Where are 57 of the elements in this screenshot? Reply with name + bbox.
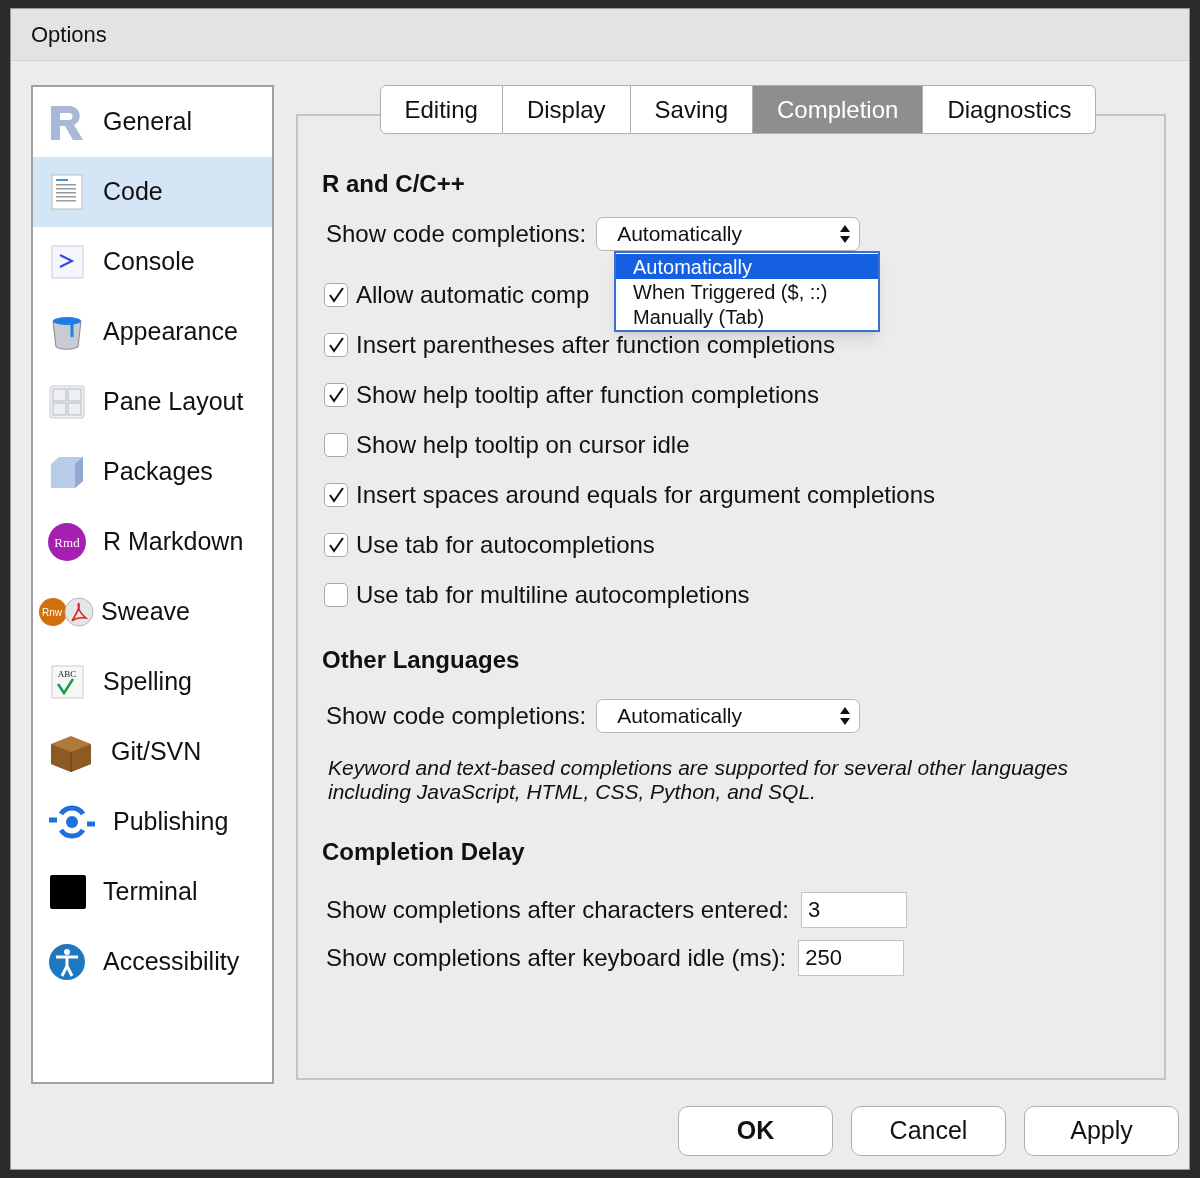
- sidebar-item[interactable]: Terminal: [33, 857, 272, 927]
- tab[interactable]: Editing: [379, 85, 503, 134]
- dialog-button[interactable]: Apply: [1024, 1106, 1179, 1156]
- checkbox[interactable]: [324, 583, 348, 607]
- checkbox-label: Use tab for autocompletions: [356, 530, 655, 560]
- sidebar-item[interactable]: Publishing: [33, 787, 272, 857]
- note-text: Keyword and text-based completions are supported for several other languages including JavaScript, HTML, CSS, Python, and SQL.: [327, 756, 1070, 804]
- terminal-icon: [47, 872, 87, 912]
- sidebar-item[interactable]: Git/SVN: [33, 717, 272, 787]
- sidebar-item[interactable]: Console: [33, 227, 272, 297]
- dropdown-option[interactable]: Automatically: [616, 254, 878, 279]
- checkbox[interactable]: [324, 433, 348, 457]
- dropdown-option[interactable]: Manually (Tab): [616, 304, 878, 329]
- tab[interactable]: Diagnostics: [923, 85, 1097, 134]
- accessibility-icon: [47, 942, 87, 982]
- dropdown-option[interactable]: When Triggered ($, ::): [616, 279, 878, 304]
- dialog-button[interactable]: Cancel: [851, 1106, 1006, 1156]
- field-label: Show code completions:: [326, 701, 587, 731]
- sidebar-item[interactable]: Rmd R Markdown: [33, 507, 272, 577]
- checkbox-label: Insert spaces around equals for argument completions: [356, 480, 935, 510]
- checkbox-label: Insert parentheses after function completions: [356, 330, 835, 360]
- completion-select[interactable]: Automatically: [596, 217, 861, 251]
- checkbox[interactable]: [324, 283, 348, 307]
- section-heading: R and C/C++: [322, 169, 466, 199]
- sidebar-item[interactable]: ABC Spelling: [33, 647, 272, 717]
- rmd-circle-icon: Rmd: [47, 522, 87, 562]
- sidebar-item[interactable]: Packages: [33, 437, 272, 507]
- sidebar-item[interactable]: Pane Layout: [33, 367, 272, 437]
- checkbox[interactable]: [324, 333, 348, 357]
- window-title: Options: [31, 21, 107, 49]
- checkbox[interactable]: [324, 483, 348, 507]
- number-field[interactable]: 250: [798, 940, 905, 976]
- field-label: Show code completions:: [326, 219, 587, 249]
- grid-icon: [47, 382, 87, 422]
- checkbox[interactable]: [324, 383, 348, 407]
- dialog-button[interactable]: OK: [678, 1106, 833, 1156]
- sidebar-item[interactable]: General: [33, 87, 272, 157]
- number-field[interactable]: 3: [800, 892, 907, 928]
- checkbox-label: Allow automatic comp: [356, 280, 590, 310]
- completion-select[interactable]: Automatically: [596, 699, 861, 733]
- sidebar-item[interactable]: Appearance: [33, 297, 272, 367]
- tab[interactable]: Display: [502, 85, 631, 134]
- tab[interactable]: Saving: [630, 85, 753, 134]
- section-heading: Completion Delay: [322, 837, 526, 867]
- field-label: Show completions after keyboard idle (ms):: [326, 943, 787, 973]
- sidebar-item[interactable]: Rnw Sweave: [33, 577, 272, 647]
- section-heading: Other Languages: [322, 645, 521, 675]
- broadcast-icon: [47, 802, 97, 842]
- sidebar-item[interactable]: Code: [33, 157, 272, 227]
- field-label: Show completions after characters entered:: [326, 895, 789, 925]
- checkbox-label: Show help tooltip on cursor idle: [356, 430, 690, 460]
- updown-arrows-icon: [839, 706, 852, 726]
- checkbox-label: Show help tooltip after function completions: [356, 380, 819, 410]
- sidebar-item[interactable]: Accessibility: [33, 927, 272, 997]
- checkbox[interactable]: [324, 533, 348, 557]
- checkbox-label: Use tab for multiline autocompletions: [356, 580, 750, 610]
- updown-arrows-icon: [839, 224, 852, 244]
